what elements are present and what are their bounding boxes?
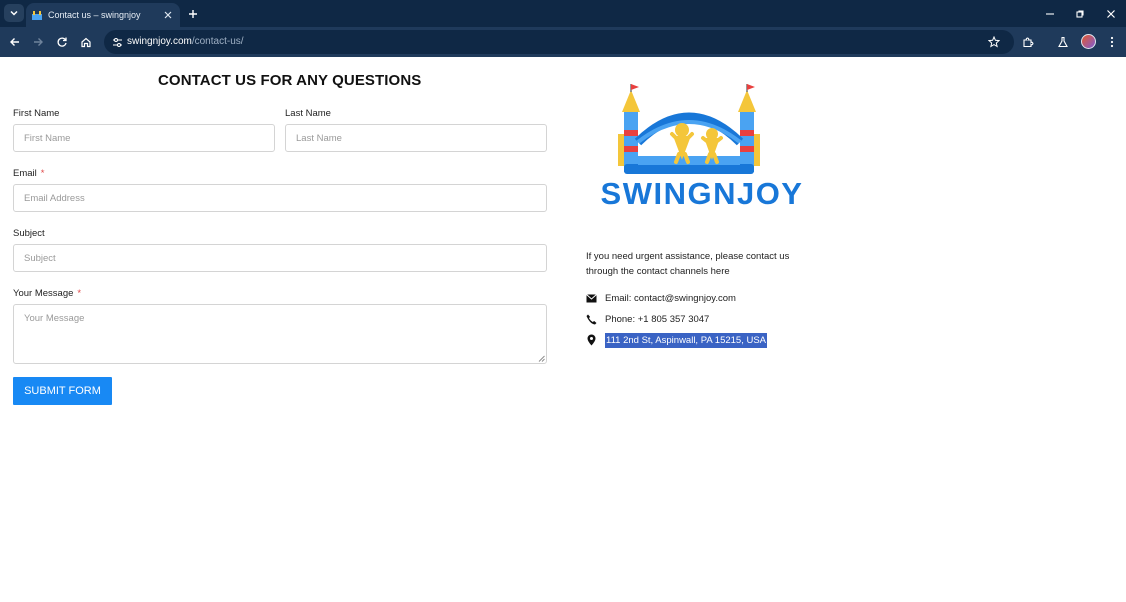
- home-button[interactable]: [76, 32, 96, 52]
- tune-icon: [112, 37, 122, 47]
- reload-button[interactable]: [52, 32, 72, 52]
- forward-button[interactable]: [28, 32, 48, 52]
- last-name-label: Last Name: [285, 108, 331, 119]
- message-label: Your Message *: [13, 288, 81, 299]
- menu-button[interactable]: [1102, 32, 1122, 52]
- contact-email-row: Email: contact@swingnjoy.com: [586, 290, 736, 306]
- browser-toolbar: swingnjoy.com/contact-us/: [0, 27, 1126, 57]
- url-text: swingnjoy.com/contact-us/: [127, 36, 244, 47]
- map-pin-icon: [586, 334, 597, 346]
- message-placeholder: Your Message: [24, 313, 85, 324]
- page-title: CONTACT US FOR ANY QUESTIONS: [158, 72, 422, 89]
- contact-email[interactable]: Email: contact@swingnjoy.com: [605, 293, 736, 304]
- home-icon: [81, 37, 91, 48]
- arrow-right-icon: [34, 38, 43, 46]
- submit-form-button[interactable]: SUBMIT FORM: [13, 377, 112, 405]
- phone-icon: [586, 313, 597, 325]
- star-icon: [988, 36, 1000, 48]
- active-tab[interactable]: Contact us – swingnjoy: [26, 3, 180, 27]
- contact-phone[interactable]: Phone: +1 805 357 3047: [605, 314, 709, 325]
- puzzle-icon: [1023, 37, 1034, 48]
- required-mark: *: [40, 168, 45, 179]
- profile-avatar[interactable]: [1081, 34, 1096, 49]
- subject-input[interactable]: Subject: [13, 244, 547, 272]
- close-icon: [1107, 9, 1115, 18]
- tab-title: Contact us – swingnjoy: [48, 10, 141, 20]
- urgent-assistance-text: If you need urgent assistance, please co…: [586, 251, 790, 277]
- envelope-icon: [586, 292, 597, 304]
- contact-address-row: 111 2nd St, Aspinwall, PA 15215, USA: [586, 332, 768, 348]
- resize-grip-icon[interactable]: [538, 355, 545, 362]
- logo-text: SWINGNJOY: [600, 176, 804, 211]
- message-label-text: Your Message: [13, 288, 74, 299]
- labs-button[interactable]: [1053, 32, 1073, 52]
- tab-search-button[interactable]: [4, 4, 24, 22]
- bounce-house-icon: [618, 84, 760, 174]
- message-textarea[interactable]: Your Message: [13, 304, 547, 364]
- url-host: swingnjoy.com: [127, 36, 192, 47]
- new-tab-button[interactable]: [184, 5, 202, 23]
- more-vert-icon: [1110, 36, 1114, 48]
- bookmark-button[interactable]: [986, 34, 1002, 50]
- plus-icon: [189, 10, 197, 18]
- required-mark: *: [77, 288, 82, 299]
- contact-phone-row: Phone: +1 805 357 3047: [586, 311, 709, 327]
- last-name-input[interactable]: Last Name: [285, 124, 547, 152]
- url-path: /contact-us/: [191, 36, 244, 47]
- back-button[interactable]: [5, 32, 25, 52]
- minimize-icon: [1046, 12, 1054, 15]
- swingnjoy-logo: SWINGNJOY: [586, 82, 818, 218]
- first-name-input[interactable]: First Name: [13, 124, 275, 152]
- email-input[interactable]: Email Address: [13, 184, 547, 212]
- contact-address[interactable]: 111 2nd St, Aspinwall, PA 15215, USA: [605, 332, 768, 348]
- arrow-left-icon: [10, 38, 19, 46]
- email-label-text: Email: [13, 168, 37, 179]
- flask-icon: [1058, 36, 1068, 48]
- reload-icon: [57, 37, 67, 47]
- site-favicon: [32, 10, 42, 20]
- tab-strip: Contact us – swingnjoy: [0, 0, 1126, 27]
- chevron-down-icon: [10, 10, 18, 16]
- minimize-button[interactable]: [1035, 0, 1065, 27]
- email-label: Email *: [13, 168, 44, 179]
- tab-close-button[interactable]: [160, 7, 176, 23]
- window-close-button[interactable]: [1096, 0, 1126, 27]
- close-icon: [164, 11, 172, 19]
- site-info-button[interactable]: [110, 35, 124, 49]
- address-bar[interactable]: swingnjoy.com/contact-us/: [104, 30, 1014, 54]
- restore-icon: [1076, 9, 1084, 18]
- first-name-label: First Name: [13, 108, 60, 119]
- extensions-button[interactable]: [1018, 32, 1038, 52]
- subject-label: Subject: [13, 228, 45, 239]
- restore-button[interactable]: [1065, 0, 1095, 27]
